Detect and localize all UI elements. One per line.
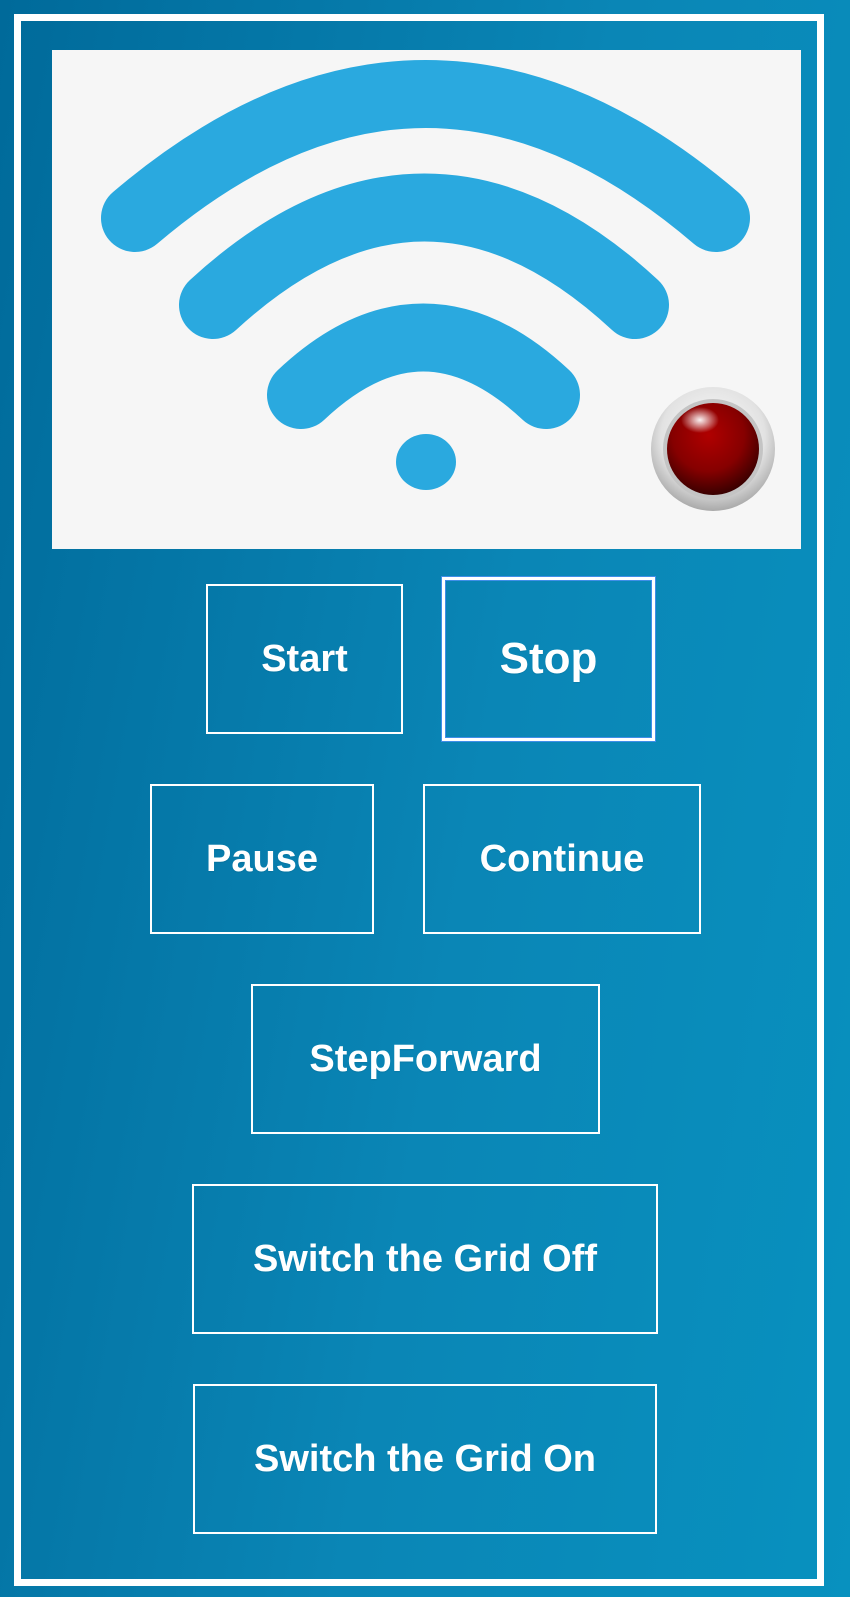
switch-grid-off-button[interactable]: Switch the Grid Off: [192, 1184, 658, 1334]
wifi-dot: [396, 434, 456, 490]
wifi-arc-inner: [267, 303, 580, 429]
pause-button[interactable]: Pause: [150, 784, 374, 934]
continue-button[interactable]: Continue: [423, 784, 701, 934]
wifi-arc-middle: [179, 173, 669, 339]
display-panel: [52, 50, 801, 549]
step-forward-button[interactable]: StepForward: [251, 984, 600, 1134]
start-button[interactable]: Start: [206, 584, 403, 734]
switch-grid-on-button[interactable]: Switch the Grid On: [193, 1384, 657, 1534]
stop-button[interactable]: Stop: [442, 577, 655, 741]
status-led-icon: [651, 387, 775, 511]
wifi-icon: [101, 60, 775, 511]
